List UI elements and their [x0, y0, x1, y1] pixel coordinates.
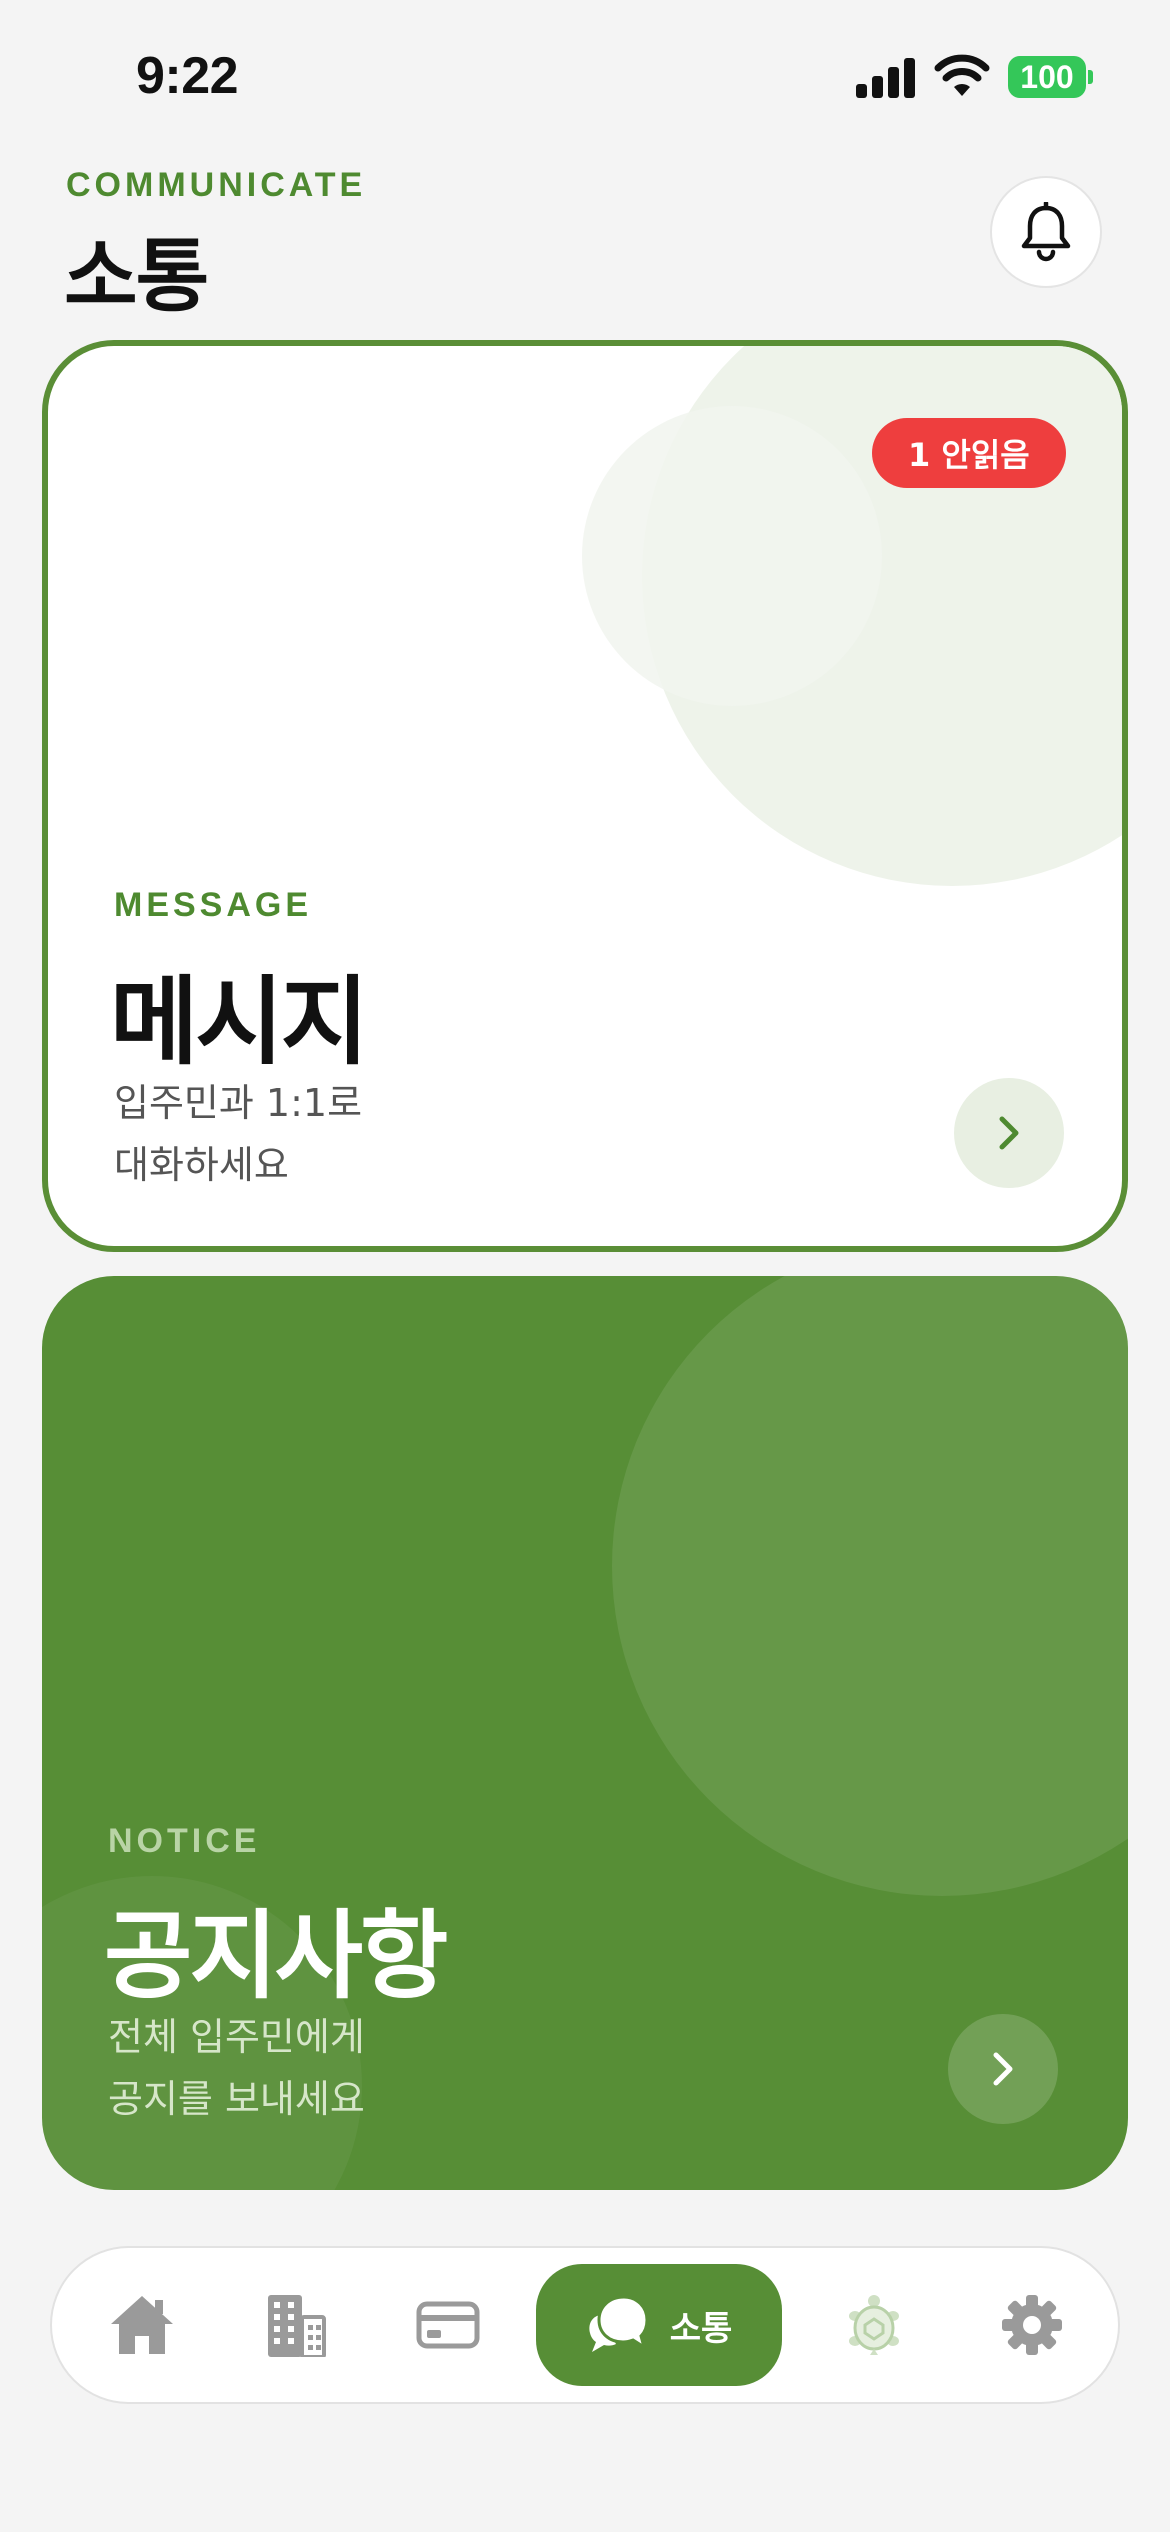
status-time: 9:22 — [136, 47, 239, 105]
notice-card[interactable]: NOTICE 공지사항 전체 입주민에게 공지를 보내세요 — [42, 1276, 1128, 2190]
chevron-right-icon — [993, 2052, 1013, 2086]
notification-button[interactable] — [990, 176, 1102, 288]
battery-level: 100 — [1020, 58, 1074, 95]
message-title: 메시지 — [110, 966, 369, 1078]
building-icon — [268, 2295, 326, 2357]
notice-title: 공지사항 — [104, 1900, 448, 2012]
message-open-button[interactable] — [954, 1078, 1064, 1188]
battery-cap — [1088, 70, 1093, 84]
tab-home[interactable] — [92, 2248, 192, 2402]
message-card[interactable]: 1 안읽음 MESSAGE 메시지 입주민과 1:1로 대화하세요 — [42, 340, 1128, 1252]
message-eyebrow: MESSAGE — [114, 886, 313, 924]
tab-payment[interactable] — [398, 2248, 498, 2402]
tab-turtle[interactable] — [824, 2248, 924, 2402]
tab-communicate[interactable]: 소통 — [536, 2264, 782, 2386]
bell-icon — [1021, 202, 1071, 262]
home-icon — [111, 2296, 173, 2354]
turtle-icon — [849, 2295, 899, 2355]
chat-bubbles-icon — [589, 2295, 649, 2352]
battery-icon: 100 — [1008, 56, 1086, 98]
tab-communicate-label: 소통 — [669, 2308, 733, 2349]
gear-icon — [1002, 2295, 1062, 2355]
chevron-right-icon — [999, 1116, 1019, 1150]
tab-settings[interactable] — [982, 2248, 1082, 2402]
header-eyebrow: COMMUNICATE — [66, 166, 367, 204]
message-desc-line: 대화하세요 — [114, 1143, 289, 1187]
tab-building[interactable] — [246, 2248, 346, 2402]
decorative-circle — [612, 1276, 1128, 1896]
page-title: 소통 — [64, 230, 209, 323]
notice-desc-line: 공지를 보내세요 — [108, 2077, 365, 2121]
message-description: 입주민과 1:1로 대화하세요 — [114, 1072, 614, 1196]
notice-description: 전체 입주민에게 공지를 보내세요 — [108, 2006, 608, 2130]
message-desc-line: 입주민과 1:1로 — [114, 1081, 363, 1125]
notice-eyebrow: NOTICE — [108, 1822, 261, 1860]
cellular-signal-icon — [856, 58, 915, 98]
credit-card-icon — [416, 2301, 480, 2349]
wifi-icon — [934, 54, 990, 96]
unread-badge: 1 안읽음 — [872, 418, 1066, 488]
notice-desc-line: 전체 입주민에게 — [108, 2015, 365, 2059]
decorative-circle — [582, 406, 882, 706]
bottom-tab-bar: 소통 — [50, 2246, 1120, 2404]
status-bar: 9:22 100 — [0, 0, 1170, 150]
notice-open-button[interactable] — [948, 2014, 1058, 2124]
